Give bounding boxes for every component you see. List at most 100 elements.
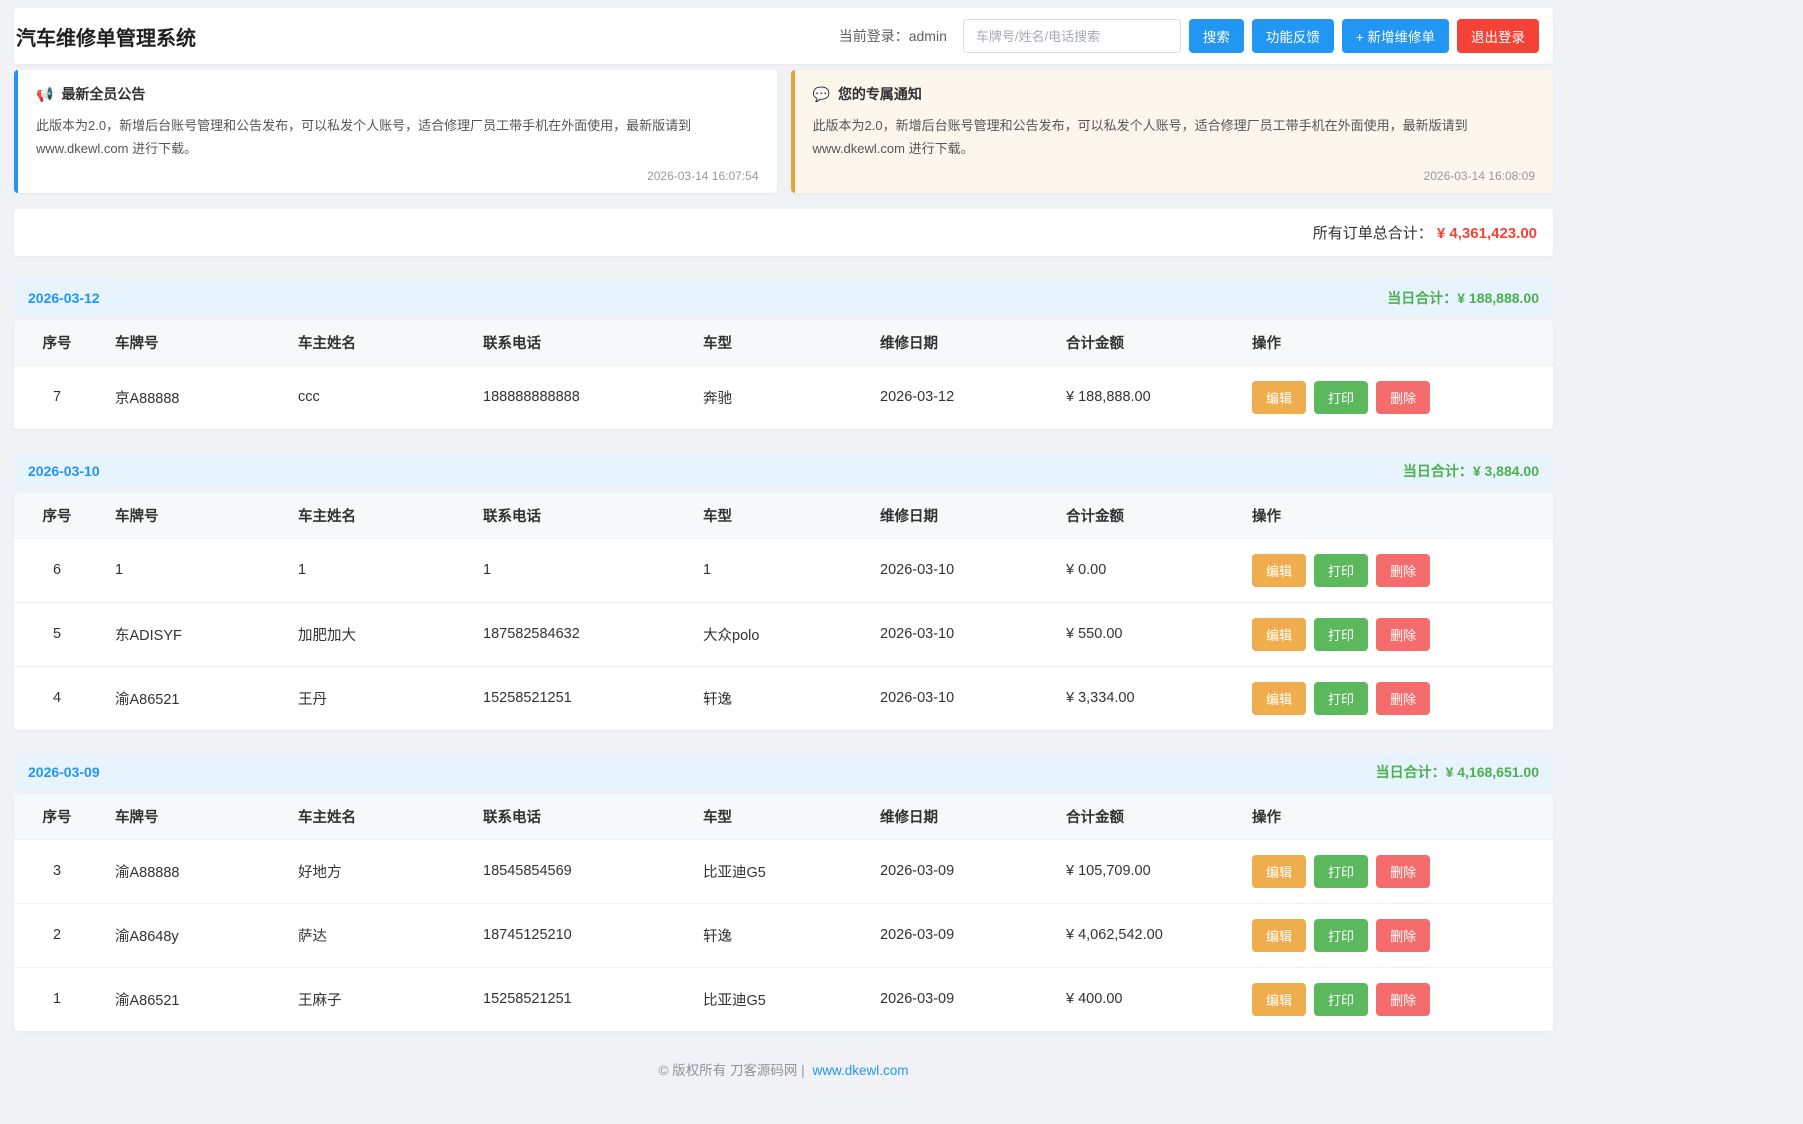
personal-notice-title-row: 💬 您的专属通知 <box>813 84 1536 104</box>
print-button[interactable]: 打印 <box>1314 554 1368 587</box>
search-input[interactable] <box>963 19 1181 53</box>
copyright-text: © 版权所有 刀客源码网 | <box>658 1063 804 1078</box>
cell-plate: 渝A8648y <box>100 903 283 967</box>
table-header-row: 序号车牌号车主姓名联系电话车型维修日期合计金额操作 <box>14 493 1553 539</box>
announcement-title-row: 📢 最新全员公告 <box>36 84 759 104</box>
print-button[interactable]: 打印 <box>1314 618 1368 651</box>
edit-button[interactable]: 编辑 <box>1252 919 1306 952</box>
delete-button[interactable]: 删除 <box>1376 983 1430 1016</box>
cell-actions: 编辑 打印 删除 <box>1237 666 1553 730</box>
edit-button[interactable]: 编辑 <box>1252 381 1306 414</box>
column-header: 合计金额 <box>1051 320 1237 366</box>
column-header: 联系电话 <box>468 794 688 840</box>
cell-no: 5 <box>14 602 100 666</box>
cell-owner: 好地方 <box>283 839 468 903</box>
column-header: 维修日期 <box>865 320 1051 366</box>
edit-button[interactable]: 编辑 <box>1252 618 1306 651</box>
cell-phone: 18545854569 <box>468 839 688 903</box>
print-button[interactable]: 打印 <box>1314 983 1368 1016</box>
column-header: 车牌号 <box>100 320 283 366</box>
cell-amount: ¥ 3,334.00 <box>1051 666 1237 730</box>
grand-total-label: 所有订单总合计： <box>1313 225 1433 242</box>
announcement-title: 最新全员公告 <box>61 84 145 104</box>
page-title: 汽车维修单管理系统 <box>16 22 196 51</box>
announcement-body: 此版本为2.0，新增后台账号管理和公告发布，可以私发个人账号，适合修理厂员工带手… <box>36 114 759 161</box>
table-header-row: 序号车牌号车主姓名联系电话车型维修日期合计金额操作 <box>14 320 1553 366</box>
cell-no: 6 <box>14 538 100 602</box>
cell-date: 2026-03-12 <box>865 365 1051 429</box>
cell-no: 1 <box>14 967 100 1031</box>
add-order-button[interactable]: + 新增维修单 <box>1342 19 1449 53</box>
delete-button[interactable]: 删除 <box>1376 554 1430 587</box>
print-button[interactable]: 打印 <box>1314 682 1368 715</box>
logout-button[interactable]: 退出登录 <box>1457 19 1539 53</box>
grand-total-amount: ¥ 4,361,423.00 <box>1437 225 1537 242</box>
cell-actions: 编辑 打印 删除 <box>1237 839 1553 903</box>
column-header: 联系电话 <box>468 493 688 539</box>
table-row: 5 东ADISYF 加肥加大 187582584632 大众polo 2026-… <box>14 602 1553 666</box>
feedback-button[interactable]: 功能反馈 <box>1252 19 1334 53</box>
cell-actions: 编辑 打印 删除 <box>1237 365 1553 429</box>
cell-phone: 15258521251 <box>468 666 688 730</box>
personal-notice-title: 您的专属通知 <box>838 84 922 104</box>
print-button[interactable]: 打印 <box>1314 855 1368 888</box>
delete-button[interactable]: 删除 <box>1376 618 1430 651</box>
column-header: 合计金额 <box>1051 493 1237 539</box>
cell-model: 轩逸 <box>688 666 865 730</box>
delete-button[interactable]: 删除 <box>1376 381 1430 414</box>
cell-phone: 1 <box>468 538 688 602</box>
group-date: 2026-03-09 <box>28 764 100 780</box>
edit-button[interactable]: 编辑 <box>1252 983 1306 1016</box>
orders-table-card: 序号车牌号车主姓名联系电话车型维修日期合计金额操作 6 1 1 1 1 2026… <box>14 493 1553 730</box>
column-header: 车型 <box>688 493 865 539</box>
edit-button[interactable]: 编辑 <box>1252 855 1306 888</box>
footer-link[interactable]: www.dkewl.com <box>812 1063 908 1078</box>
topbar: 汽车维修单管理系统 当前登录：admin 搜索 功能反馈 + 新增维修单 退出登… <box>14 8 1553 64</box>
cell-model: 大众polo <box>688 602 865 666</box>
grand-total-bar: 所有订单总合计： ¥ 4,361,423.00 <box>14 209 1553 256</box>
print-button[interactable]: 打印 <box>1314 381 1368 414</box>
table-row: 1 渝A86521 王麻子 15258521251 比亚迪G5 2026-03-… <box>14 967 1553 1031</box>
print-button[interactable]: 打印 <box>1314 919 1368 952</box>
order-groups: 2026-03-12 当日合计：¥ 188,888.00 序号车牌号车主姓名联系… <box>14 280 1553 1031</box>
cell-date: 2026-03-10 <box>865 538 1051 602</box>
column-header: 车牌号 <box>100 794 283 840</box>
column-header: 车主姓名 <box>283 320 468 366</box>
cell-no: 2 <box>14 903 100 967</box>
group-daily-total: 当日合计：¥ 4,168,651.00 <box>1376 762 1539 782</box>
announcement-card: 📢 最新全员公告 此版本为2.0，新增后台账号管理和公告发布，可以私发个人账号，… <box>14 70 777 193</box>
cell-no: 7 <box>14 365 100 429</box>
topbar-controls: 当前登录：admin 搜索 功能反馈 + 新增维修单 退出登录 <box>839 19 1539 53</box>
cell-plate: 渝A86521 <box>100 666 283 730</box>
cell-actions: 编辑 打印 删除 <box>1237 967 1553 1031</box>
edit-button[interactable]: 编辑 <box>1252 554 1306 587</box>
date-group: 2026-03-09 当日合计：¥ 4,168,651.00 序号车牌号车主姓名… <box>14 754 1553 1031</box>
edit-button[interactable]: 编辑 <box>1252 682 1306 715</box>
orders-table-card: 序号车牌号车主姓名联系电话车型维修日期合计金额操作 3 渝A88888 好地方 … <box>14 794 1553 1031</box>
orders-table: 序号车牌号车主姓名联系电话车型维修日期合计金额操作 6 1 1 1 1 2026… <box>14 493 1553 730</box>
column-header: 序号 <box>14 320 100 366</box>
delete-button[interactable]: 删除 <box>1376 855 1430 888</box>
delete-button[interactable]: 删除 <box>1376 919 1430 952</box>
delete-button[interactable]: 删除 <box>1376 682 1430 715</box>
search-button[interactable]: 搜索 <box>1189 19 1244 53</box>
column-header: 操作 <box>1237 493 1553 539</box>
cell-actions: 编辑 打印 删除 <box>1237 602 1553 666</box>
table-row: 7 京A88888 ccc 188888888888 奔驰 2026-03-12… <box>14 365 1553 429</box>
group-daily-total: 当日合计：¥ 3,884.00 <box>1403 461 1539 481</box>
group-header: 2026-03-10 当日合计：¥ 3,884.00 <box>14 453 1553 489</box>
cell-phone: 187582584632 <box>468 602 688 666</box>
cell-amount: ¥ 0.00 <box>1051 538 1237 602</box>
column-header: 维修日期 <box>865 493 1051 539</box>
cell-plate: 渝A88888 <box>100 839 283 903</box>
cell-no: 3 <box>14 839 100 903</box>
cell-no: 4 <box>14 666 100 730</box>
cell-date: 2026-03-10 <box>865 666 1051 730</box>
cell-owner: 王丹 <box>283 666 468 730</box>
cell-actions: 编辑 打印 删除 <box>1237 903 1553 967</box>
column-header: 车型 <box>688 320 865 366</box>
cell-actions: 编辑 打印 删除 <box>1237 538 1553 602</box>
column-header: 序号 <box>14 794 100 840</box>
cell-phone: 18745125210 <box>468 903 688 967</box>
date-group: 2026-03-12 当日合计：¥ 188,888.00 序号车牌号车主姓名联系… <box>14 280 1553 429</box>
